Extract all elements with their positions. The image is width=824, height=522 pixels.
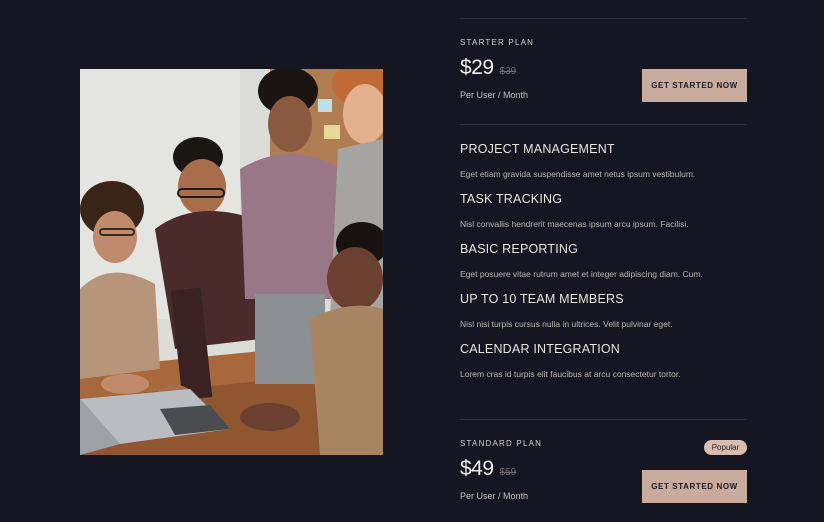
standard-price-row: $49 $59	[460, 457, 516, 481]
standard-price: $49	[460, 457, 494, 480]
feature-title-team-members: UP TO 10 TEAM MEMBERS	[460, 292, 624, 306]
feature-title-basic-reporting: BASIC REPORTING	[460, 242, 579, 256]
starter-get-started-button[interactable]: GET STARTED NOW	[642, 69, 747, 102]
starter-price-row: $29 $39	[460, 56, 516, 80]
feature-desc-task-tracking: Nisl convallis hendrerit maecenas ipsum …	[460, 219, 689, 229]
divider-features-top	[460, 124, 747, 125]
feature-title-project-management: PROJECT MANAGEMENT	[460, 142, 615, 156]
feature-title-calendar-integration: CALENDAR INTEGRATION	[460, 342, 621, 356]
feature-desc-basic-reporting: Eget posuere vitae rutrum amet et intege…	[460, 269, 703, 279]
starter-billing-period: Per User / Month	[460, 90, 529, 100]
divider-top	[460, 18, 747, 19]
standard-plan-name: STANDARD PLAN	[460, 439, 543, 448]
starter-price: $29	[460, 56, 494, 79]
standard-billing-period: Per User / Month	[460, 491, 529, 501]
team-photo	[80, 69, 383, 455]
standard-old-price: $59	[499, 467, 517, 478]
starter-old-price: $39	[499, 66, 517, 77]
popular-badge: Popular	[704, 440, 747, 455]
divider-standard-top	[460, 419, 747, 420]
feature-desc-team-members: Nisl nisi turpis cursus nulla in ultrice…	[460, 319, 673, 329]
feature-desc-calendar-integration: Lorem cras id turpis elit faucibus at ar…	[460, 369, 681, 379]
standard-get-started-button[interactable]: GET STARTED NOW	[642, 470, 747, 503]
feature-desc-project-management: Eget etiam gravida suspendisse amet netu…	[460, 169, 696, 179]
starter-plan-name: STARTER PLAN	[460, 38, 535, 47]
feature-title-task-tracking: TASK TRACKING	[460, 192, 563, 206]
